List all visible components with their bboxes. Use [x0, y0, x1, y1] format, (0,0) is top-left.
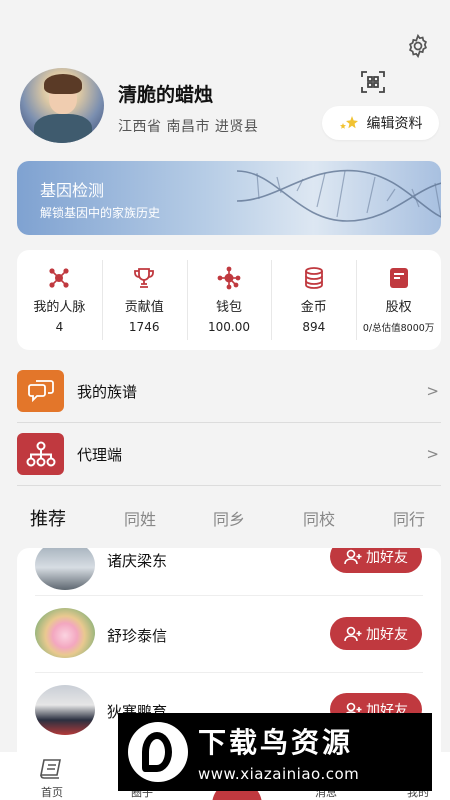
stat-label: 股权 [385, 300, 412, 315]
stat-coins[interactable]: 金币 894 [271, 250, 356, 350]
dna-helix-icon [237, 169, 441, 222]
bird-logo-icon [128, 722, 188, 782]
tab-same-surname[interactable]: 同姓 [124, 506, 156, 530]
tabbar-label: 首页 [41, 786, 63, 799]
profile-header: 清脆的蜡烛 江西省 南昌市 进贤县 编辑资料 [20, 68, 440, 146]
menu-agent[interactable]: 代理端 > [17, 426, 441, 482]
chevron-right-icon: > [426, 445, 439, 463]
network-icon [49, 268, 69, 288]
tab-same-school[interactable]: 同校 [303, 506, 335, 530]
watermark-banner: 下载鸟资源 www.xiazainiao.com [118, 713, 432, 791]
add-user-icon [344, 549, 362, 564]
person-name: 诸庆梁东 [107, 552, 168, 570]
menu-my-genealogy[interactable]: 我的族谱 > [17, 363, 441, 419]
add-friend-button[interactable]: 加好友 [330, 548, 422, 573]
avatar[interactable] [20, 68, 104, 143]
gene-banner-subtitle: 解锁基因中的家族历史 [40, 206, 161, 220]
book-icon [40, 759, 61, 779]
stats-panel: 我的人脉 4 贡献值 1746 钱包 100.00 金币 894 股权 0/总估… [17, 250, 441, 350]
stat-value: 1746 [128, 320, 160, 334]
stat-value: 894 [302, 320, 326, 334]
watermark-title: 下载鸟资源 [198, 726, 354, 759]
car-avatar [35, 548, 95, 590]
person-avatar [35, 685, 95, 735]
watermark-url: www.xiazainiao.com [198, 765, 360, 783]
menu-label: 我的族谱 [77, 382, 138, 401]
stat-value: 4 [55, 320, 64, 334]
list-item[interactable]: 舒珍泰信 加好友 [17, 596, 441, 674]
edit-profile-label: 编辑资料 [366, 116, 423, 132]
stat-network[interactable]: 我的人脉 4 [17, 250, 102, 350]
add-user-icon [344, 626, 362, 641]
add-friend-label: 加好友 [366, 626, 408, 643]
stat-value: 100.00 [207, 320, 250, 334]
stat-label: 我的人脉 [33, 300, 86, 315]
menu-label: 代理端 [77, 445, 123, 464]
trophy-icon [134, 268, 155, 288]
gear-icon[interactable] [405, 33, 431, 59]
wallet-icon [217, 266, 241, 290]
chat-bubbles-icon [17, 370, 64, 412]
coins-icon [304, 267, 323, 289]
tab-same-hometown[interactable]: 同乡 [213, 506, 245, 530]
tabbar-home[interactable]: 首页 [22, 752, 82, 800]
person-name: 舒珍泰信 [107, 627, 168, 645]
divider [17, 422, 441, 423]
add-friend-label: 加好友 [366, 549, 408, 566]
user-name: 清脆的蜡烛 [118, 84, 214, 106]
gene-test-banner[interactable]: 基因检测 解锁基因中的家族历史 [17, 161, 441, 235]
org-tree-icon [17, 433, 64, 475]
add-friend-button[interactable]: 加好友 [330, 617, 422, 650]
stat-label: 贡献值 [124, 300, 164, 315]
stat-label: 金币 [300, 300, 327, 315]
stat-contribution[interactable]: 贡献值 1746 [101, 250, 187, 350]
tab-same-industry[interactable]: 同行 [393, 506, 425, 530]
edit-profile-button[interactable]: 编辑资料 [322, 106, 439, 140]
stat-value: 0/总估值8000万 [362, 323, 435, 334]
sparkle-icon [339, 116, 358, 129]
stat-equity[interactable]: 股权 0/总估值8000万 [356, 250, 441, 350]
stat-label: 钱包 [215, 300, 242, 315]
divider [17, 485, 441, 486]
chevron-right-icon: > [426, 382, 439, 400]
gene-banner-title: 基因检测 [40, 181, 105, 200]
lotus-avatar [35, 608, 95, 658]
tab-recommend[interactable]: 推荐 [30, 505, 66, 531]
stat-wallet[interactable]: 钱包 100.00 [186, 250, 272, 350]
equity-icon [389, 268, 408, 288]
user-region: 江西省 南昌市 进贤县 [118, 119, 259, 135]
category-tabs: 推荐 同姓 同乡 同校 同行 [0, 500, 450, 536]
